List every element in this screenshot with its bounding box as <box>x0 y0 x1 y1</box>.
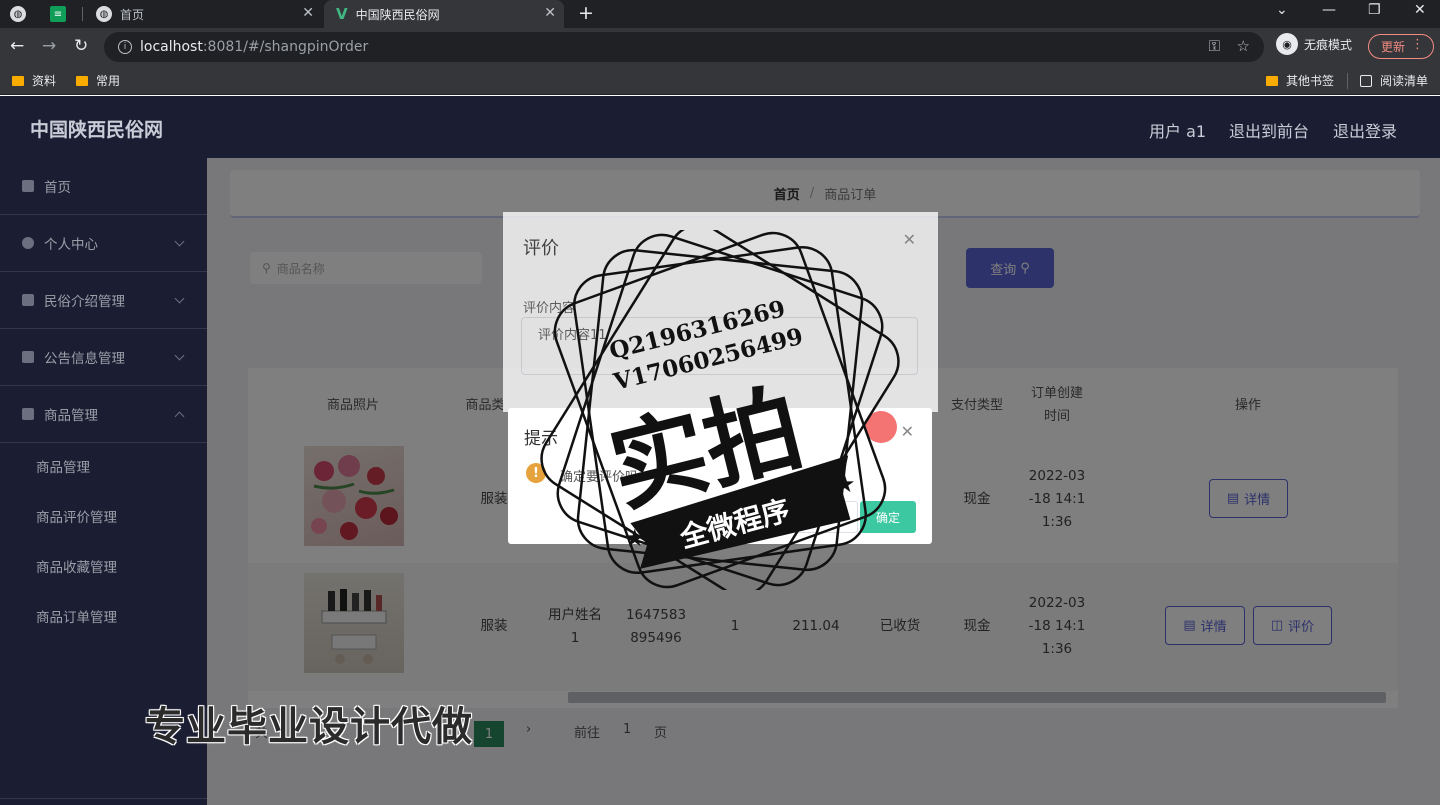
sidebar-subitem-reviews[interactable]: 商品评价管理 <box>0 491 207 541</box>
folder-icon <box>76 75 88 86</box>
watermark-bottom-text: 专业毕业设计代做 <box>145 704 473 750</box>
browser-toolbar: ← → ↻ i localhost:8081/#/shangpinOrder ⚿… <box>0 28 1440 65</box>
tab-pinned-1[interactable]: ◍ <box>10 0 40 28</box>
globe-icon: ◍ <box>96 6 112 22</box>
tab-active[interactable]: V 中国陕西民俗网 ✕ <box>324 0 564 28</box>
sidebar-item-label: 首页 <box>44 180 71 196</box>
restore-button[interactable]: ❐ <box>1368 2 1381 18</box>
bookmark-label: 资料 <box>32 74 57 88</box>
chevron-down-icon <box>174 236 185 247</box>
sidebar-subitem-goods[interactable]: 商品管理 <box>0 441 207 491</box>
app-header: 中国陕西民俗网 用户 a1 退出到前台 退出登录 <box>0 96 1440 158</box>
incognito-label: 无痕模式 <box>1304 37 1353 52</box>
exit-to-front-link[interactable]: 退出到前台 <box>1229 118 1309 142</box>
close-window-button[interactable]: ✕ <box>1414 2 1426 18</box>
cursor-highlight <box>865 411 897 443</box>
back-button[interactable]: ← <box>10 36 24 56</box>
bookmark-label: 阅读清单 <box>1380 74 1429 88</box>
sidebar-item-folk[interactable]: 民俗介绍管理 <box>0 272 207 329</box>
update-label: 更新 <box>1381 40 1406 54</box>
close-icon[interactable]: ✕ <box>903 230 916 249</box>
sidebar-item-label: 公告信息管理 <box>44 351 125 367</box>
minimize-button[interactable]: — <box>1322 2 1336 18</box>
bookmark-label: 其他书签 <box>1286 74 1335 88</box>
home-icon <box>22 180 34 192</box>
tab-label: 首页 <box>120 7 145 22</box>
bookmarks-bar: 资料 常用 其他书签 阅读清单 <box>0 65 1440 95</box>
incognito-icon: ◉ <box>1276 33 1298 55</box>
address-bar[interactable]: i localhost:8081/#/shangpinOrder ⚿ ☆ <box>104 32 1264 62</box>
bookmark-folder[interactable]: 资料 <box>12 72 56 89</box>
tab-home[interactable]: ◍ 首页 ✕ <box>86 0 322 28</box>
sidebar-subitem-favorites[interactable]: 商品收藏管理 <box>0 541 207 591</box>
chevron-down-icon <box>174 293 185 304</box>
confirm-button[interactable]: 确定 <box>860 501 916 533</box>
document-icon <box>22 351 34 363</box>
chevron-up-icon <box>174 411 185 422</box>
forward-button[interactable]: → <box>42 36 56 56</box>
reading-list-icon <box>1360 74 1372 87</box>
edit-icon <box>22 294 34 306</box>
browser-tabstrip: ◍ ≡ ◍ 首页 ✕ V 中国陕西民俗网 ✕ + ⌄ — ❐ ✕ <box>0 0 1440 28</box>
bookmark-label: 常用 <box>96 74 121 88</box>
review-content-label: 评价内容 <box>523 301 576 316</box>
close-icon[interactable]: ✕ <box>302 5 314 21</box>
sidebar-subitem-orders[interactable]: 商品订单管理 <box>0 591 207 641</box>
review-dialog: 评价 ✕ 评价内容 评价内容11 <box>503 212 938 412</box>
folder-icon <box>12 75 24 86</box>
close-icon[interactable]: ✕ <box>544 5 556 21</box>
sidebar-item-home[interactable]: 首页 <box>0 158 207 215</box>
bookmark-folder[interactable]: 常用 <box>76 72 120 89</box>
confirm-message: 确定要评价吗 <box>560 470 639 485</box>
cancel-button[interactable]: 取消 <box>796 501 858 533</box>
user-name[interactable]: 用户 a1 <box>1149 118 1206 142</box>
folder-icon <box>1266 75 1278 86</box>
sidebar-item-goods[interactable]: 商品管理 <box>0 386 207 443</box>
url-host: localhost <box>140 39 203 55</box>
close-icon[interactable]: ✕ <box>901 422 914 441</box>
sidebar-item-notice[interactable]: 公告信息管理 <box>0 329 207 386</box>
info-icon[interactable]: i <box>118 40 132 54</box>
sheets-icon: ≡ <box>50 6 66 22</box>
vue-icon: V <box>336 5 348 23</box>
tab-search-icon[interactable]: ⌄ <box>1276 2 1288 18</box>
incognito-indicator[interactable]: ◉ 无痕模式 <box>1276 33 1352 55</box>
url-path: :8081/#/shangpinOrder <box>202 39 369 55</box>
tab-label: 中国陕西民俗网 <box>355 7 440 22</box>
user-icon <box>22 237 34 249</box>
goods-icon <box>22 408 34 420</box>
key-icon[interactable]: ⚿ <box>1209 37 1220 55</box>
review-dialog-title: 评价 <box>523 238 559 259</box>
confirm-dialog-title: 提示 <box>524 429 558 449</box>
update-button[interactable]: 更新 ⋮ <box>1368 34 1434 59</box>
more-icon: ⋮ <box>1411 37 1424 52</box>
sidebar-item-label: 个人中心 <box>44 237 98 253</box>
review-content-textarea[interactable]: 评价内容11 <box>521 317 918 375</box>
warning-icon: ! <box>526 463 546 483</box>
sidebar-item-profile[interactable]: 个人中心 <box>0 215 207 272</box>
star-icon[interactable]: ☆ <box>1237 37 1250 55</box>
reload-button[interactable]: ↻ <box>74 36 88 56</box>
sidebar-item-label: 商品管理 <box>44 408 98 424</box>
new-tab-button[interactable]: + <box>578 2 594 24</box>
reading-list[interactable]: 阅读清单 <box>1360 72 1428 89</box>
chevron-down-icon <box>174 350 185 361</box>
globe-icon: ◍ <box>10 6 26 22</box>
site-brand: 中国陕西民俗网 <box>30 119 164 141</box>
sidebar-item-label: 民俗介绍管理 <box>44 294 125 310</box>
bookmark-folder[interactable]: 其他书签 <box>1266 72 1334 89</box>
tab-pinned-2[interactable]: ≡ <box>50 0 80 28</box>
logout-link[interactable]: 退出登录 <box>1333 118 1397 142</box>
